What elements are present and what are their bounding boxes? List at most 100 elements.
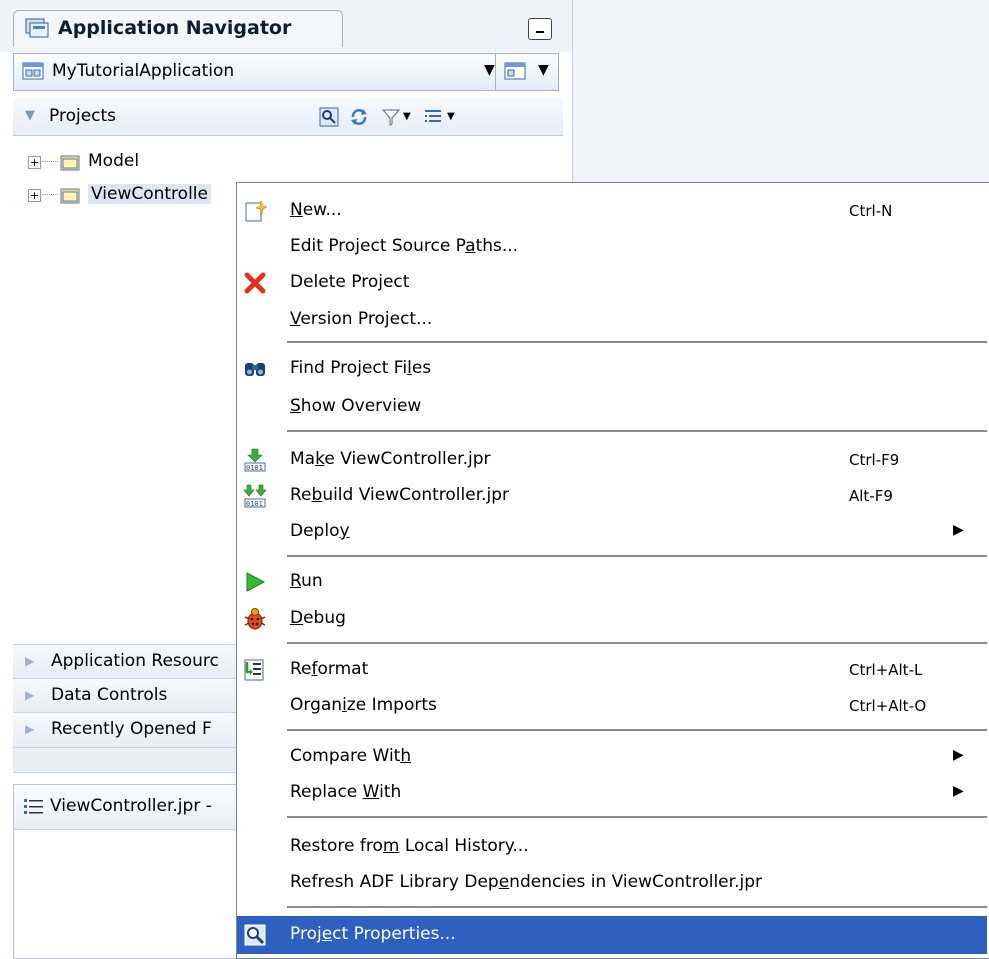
menu-separator xyxy=(287,816,987,818)
tree-item-viewcontroller[interactable]: + ViewControlle xyxy=(28,184,238,210)
rebuild-icon: 0101 xyxy=(243,484,267,508)
mnemonic-letter: W xyxy=(362,782,380,802)
label-text: Local History... xyxy=(399,836,529,856)
sort-dropdown-icon[interactable]: ▼ xyxy=(447,111,467,131)
mnemonic-letter: e xyxy=(321,924,333,944)
tree-item-label: ViewControlle xyxy=(88,184,211,204)
label-text: ze Imports xyxy=(346,695,437,715)
menu-item-label: Reformat xyxy=(290,659,368,679)
chevron-down-icon: ▼ xyxy=(484,62,495,78)
menu-item-make[interactable]: 0101 Make ViewController.jpr Ctrl-F9 xyxy=(237,441,987,479)
collapse-triangle-icon[interactable]: ▼ xyxy=(25,108,35,123)
menu-item-find-project-files[interactable]: Find Project Files xyxy=(237,350,987,388)
find-icon[interactable] xyxy=(319,107,339,127)
accordion-label: Application Resourc xyxy=(51,651,219,671)
submenu-arrow-icon: ▶ xyxy=(953,783,964,799)
shortcut-label: Alt-F9 xyxy=(849,487,893,505)
submenu-arrow-icon: ▶ xyxy=(953,747,964,763)
menu-item-show-overview[interactable]: Show Overview xyxy=(237,388,987,426)
menu-item-label: Make ViewController.jpr xyxy=(290,449,491,469)
expand-icon[interactable]: + xyxy=(28,189,41,202)
menu-item-label: Compare With xyxy=(290,746,411,766)
application-selector[interactable]: MyTutorialApplication ▼ xyxy=(13,53,512,91)
menu-separator xyxy=(287,430,987,432)
mnemonic-letter: S xyxy=(290,396,301,416)
mnemonic-letter: m xyxy=(382,836,400,856)
label-text: e ViewController.jpr xyxy=(324,449,491,469)
label-text: ith xyxy=(379,782,402,802)
label-text: Refresh ADF Library Dep xyxy=(290,872,499,892)
application-menu-icon xyxy=(504,62,526,80)
mnemonic-letter: R xyxy=(290,571,302,591)
label-text: ebug xyxy=(303,608,346,628)
menu-item-label: Organize Imports xyxy=(290,695,437,715)
sort-options-icon[interactable] xyxy=(423,107,443,127)
label-text: Deplo xyxy=(290,521,340,541)
mnemonic-letter: e xyxy=(498,872,510,892)
label-text: uild ViewController.jpr xyxy=(322,485,510,505)
menu-item-debug[interactable]: Debug xyxy=(237,600,987,638)
svg-text:0101: 0101 xyxy=(246,500,263,508)
menu-item-version-project[interactable]: Version Project... xyxy=(237,301,987,339)
filter-dropdown-icon[interactable]: ▼ xyxy=(403,111,423,131)
accordion-label: Recently Opened F xyxy=(51,719,212,739)
menu-item-organize-imports[interactable]: Organize Imports Ctrl+Alt-O xyxy=(237,687,987,725)
menu-item-label: Delete Project xyxy=(290,272,409,292)
label-text: Re xyxy=(290,659,312,679)
menu-item-label: Debug xyxy=(290,608,346,628)
label-text: ew... xyxy=(302,200,342,220)
mnemonic-letter: N xyxy=(290,200,303,220)
menu-item-run[interactable]: Run xyxy=(237,563,987,601)
expand-triangle-icon: ▶ xyxy=(25,722,35,736)
shortcut-label: Ctrl-N xyxy=(849,202,893,220)
label-text: Re xyxy=(290,485,312,505)
label-text: Edit Project Source P xyxy=(290,236,466,256)
label-text: Restore fro xyxy=(290,836,383,856)
minimize-button[interactable] xyxy=(528,18,552,40)
submenu-arrow-icon: ▶ xyxy=(953,522,964,538)
expand-icon[interactable]: + xyxy=(28,156,41,169)
label-text: Compare Wit xyxy=(290,746,401,766)
reformat-icon xyxy=(244,659,264,681)
label-text: Replace xyxy=(290,782,363,802)
application-name: MyTutorialApplication xyxy=(52,61,235,81)
menu-item-deploy[interactable]: Deploy ▶ xyxy=(237,513,987,551)
debug-icon xyxy=(244,608,266,630)
menu-item-replace-with[interactable]: Replace With ▶ xyxy=(237,774,987,812)
navigator-tab[interactable]: Application Navigator xyxy=(13,10,343,47)
run-icon xyxy=(246,572,266,592)
menu-item-new[interactable]: New... Ctrl-N xyxy=(237,192,987,230)
label-text: ersion Project... xyxy=(300,309,433,329)
menu-separator xyxy=(287,729,987,731)
filter-icon[interactable] xyxy=(381,107,401,127)
tree-item-model[interactable]: + Model xyxy=(28,151,328,177)
expand-triangle-icon: ▶ xyxy=(25,688,35,702)
new-icon xyxy=(245,199,267,222)
structure-title: ViewController.jpr - xyxy=(50,796,212,816)
label-text: Delete Project xyxy=(290,272,410,292)
menu-item-project-properties[interactable]: Project Properties... xyxy=(237,916,987,954)
menu-item-refresh-adf-library-dependencies[interactable]: Refresh ADF Library Dependencies in View… xyxy=(237,864,987,902)
menu-item-label: Run xyxy=(290,571,323,591)
application-menu-button[interactable]: ▼ xyxy=(495,53,559,91)
menu-item-rebuild[interactable]: 0101 Rebuild ViewController.jpr Alt-F9 xyxy=(237,477,987,515)
menu-item-label: Rebuild ViewController.jpr xyxy=(290,485,509,505)
mnemonic-letter: V xyxy=(290,309,301,329)
menu-item-reformat[interactable]: Reformat Ctrl+Alt-L xyxy=(237,651,987,689)
menu-item-delete-project[interactable]: Delete Project xyxy=(237,264,987,302)
refresh-icon[interactable] xyxy=(349,107,369,127)
menu-item-edit-project-source-paths[interactable]: Edit Project Source Paths... xyxy=(237,228,987,266)
projects-panel-header[interactable]: ▼ Projects ▼ ▼ xyxy=(13,99,563,136)
accordion-label: Data Controls xyxy=(51,685,168,705)
shortcut-label: Ctrl+Alt-L xyxy=(849,661,923,679)
label-text: ormat xyxy=(317,659,369,679)
menu-item-restore-from-local-history[interactable]: Restore from Local History... xyxy=(237,828,987,866)
mnemonic-letter: h xyxy=(400,746,412,766)
menu-separator xyxy=(287,555,987,557)
menu-item-compare-with[interactable]: Compare With ▶ xyxy=(237,738,987,776)
mnemonic-letter: a xyxy=(465,236,476,256)
label-text: un xyxy=(301,571,323,591)
menu-item-label: Version Project... xyxy=(290,309,432,329)
menu-separator xyxy=(287,341,987,343)
navigator-title: Application Navigator xyxy=(58,17,292,39)
